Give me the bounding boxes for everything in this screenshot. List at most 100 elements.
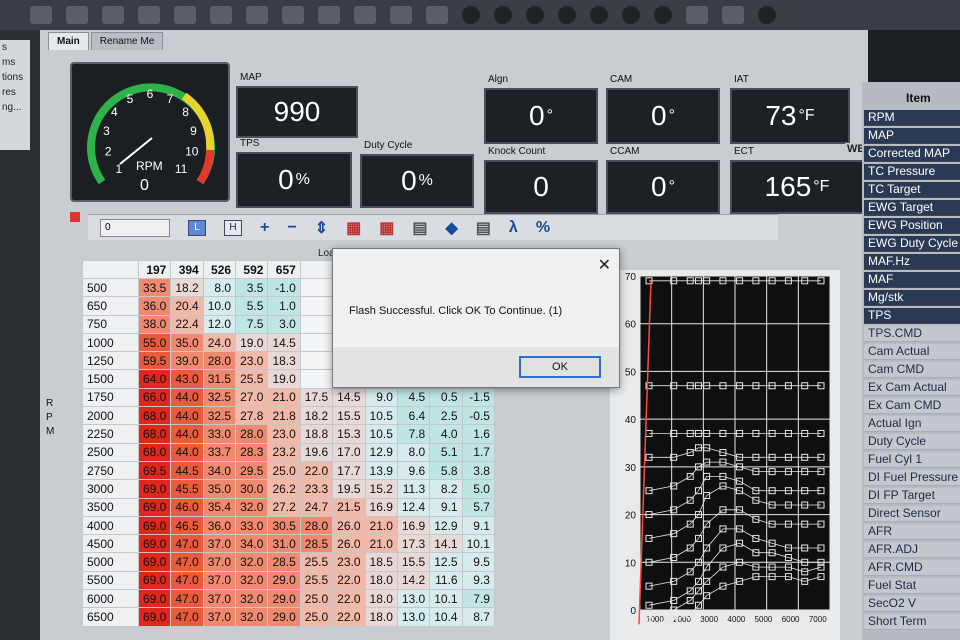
table-cell[interactable]: 28.5 [299,534,334,554]
table-cell[interactable]: 24.0 [202,332,237,353]
table-cell[interactable]: 45.5 [170,479,204,499]
decrease-icon[interactable]: − [287,219,296,237]
item-list-entry[interactable]: RPM [864,110,960,126]
table-cell[interactable]: 5.8 [429,460,463,481]
table-cell[interactable]: 10.0 [202,296,237,316]
table-cell[interactable]: 26.0 [332,515,366,536]
item-list-entry[interactable]: TPS.CMD [864,326,960,342]
table-cell[interactable]: 25.0 [299,589,334,609]
table-cell[interactable]: 31.0 [267,534,301,554]
table-cell[interactable]: 23.0 [235,351,269,371]
table-cell[interactable]: 18.0 [364,607,398,627]
table-cell[interactable]: 9.0 [364,387,398,408]
table-cell[interactable]: 1.0 [267,296,301,316]
table-cell[interactable]: 21.5 [332,497,366,517]
toolbar-circle-button[interactable] [462,6,480,24]
table-cell[interactable] [299,369,334,389]
toolbar-circle-button[interactable] [558,6,576,24]
item-list-entry[interactable]: AFR.CMD [864,560,960,576]
save-icon[interactable] [282,6,304,24]
table-cell[interactable]: 9.1 [461,515,495,536]
table-cell[interactable]: 28.3 [235,442,269,462]
table-cell[interactable]: 34.0 [202,460,237,481]
table-cell[interactable]: 18.2 [299,406,334,426]
table-cell[interactable]: 27.8 [235,406,269,426]
table-cell[interactable]: 4.5 [396,387,431,408]
table-cell[interactable]: 10.5 [364,424,398,444]
table-cell[interactable]: 33.5 [137,277,172,298]
table-cell[interactable]: 35.4 [202,497,237,517]
table-cell[interactable]: 28.0 [299,515,334,536]
table-cell[interactable]: 69.0 [137,515,172,536]
table-cell[interactable]: 33.7 [202,442,237,462]
table-cell[interactable]: 23.3 [299,479,334,499]
table-cell[interactable]: 36.0 [137,296,172,316]
graph-icon[interactable]: ◆ [445,218,457,238]
lambda-icon[interactable]: λ [509,219,518,237]
table-cell[interactable]: 5.7 [461,497,495,517]
toolbar-circle-button[interactable] [590,6,608,24]
table-cell[interactable]: 8.0 [396,442,431,462]
item-list-entry[interactable]: Direct Sensor [864,506,960,522]
table-cell[interactable]: 44.0 [170,406,204,426]
table-cell[interactable]: 18.0 [364,589,398,609]
left-nav-item[interactable]: tions [2,70,30,85]
table-cell[interactable] [299,277,334,298]
table-cell[interactable]: 15.5 [332,406,366,426]
item-list-entry[interactable]: MAF [864,272,960,288]
item-list-entry[interactable]: Cam CMD [864,362,960,378]
table-cell[interactable]: 32.0 [235,570,269,591]
table-icon[interactable]: ▤ [412,218,427,238]
close-icon[interactable]: ✕ [598,255,611,275]
table-cell[interactable]: 37.0 [202,607,237,627]
table-cell[interactable]: 69.0 [137,497,172,517]
table-cell[interactable]: 15.2 [364,479,398,499]
table-cell[interactable]: 64.0 [137,369,172,389]
table-cell[interactable]: 66.0 [137,387,172,408]
table-cell[interactable]: 36.0 [202,515,237,536]
table-cell[interactable]: 35.0 [202,479,237,499]
item-list-entry[interactable]: SecO2 V [864,596,960,612]
table-cell[interactable]: 9.5 [461,552,495,572]
table-cell[interactable] [299,314,334,334]
table-cell[interactable]: 10.1 [461,534,495,554]
table-cell[interactable]: 16.9 [396,515,431,536]
table-cell[interactable]: 27.0 [235,387,269,408]
warning-icon[interactable] [138,6,160,24]
table-cell[interactable]: 0.5 [429,387,463,408]
toolbar-circle-button[interactable] [654,6,672,24]
table-select[interactable]: 0 [100,218,170,237]
table-cell[interactable]: 2.5 [429,406,463,426]
table-cell[interactable]: 14.1 [429,534,463,554]
table-cell[interactable]: 35.0 [170,332,204,353]
table-cell[interactable]: 29.0 [267,589,301,609]
table-cell[interactable]: 37.0 [202,534,237,554]
table-cell[interactable]: 32.5 [202,406,237,426]
table-cell[interactable]: 37.0 [202,570,237,591]
table-cell[interactable]: 10.5 [364,406,398,426]
table-cell[interactable]: 9.6 [396,460,431,481]
table-cell[interactable]: 21.0 [267,387,301,408]
table-cell[interactable]: 7.9 [461,589,495,609]
table-cell[interactable]: 3.8 [461,460,495,481]
table-cell[interactable]: 44.0 [170,387,204,408]
percent-icon[interactable]: % [536,219,550,237]
table-cell[interactable]: 23.0 [267,424,301,444]
table-cell[interactable]: 22.0 [299,460,334,481]
item-list-entry[interactable]: Corrected MAP [864,146,960,162]
item-list-entry[interactable]: Cam Actual [864,344,960,360]
table-cell[interactable]: 26.2 [267,479,301,499]
table-cell[interactable]: 10.1 [429,589,463,609]
item-list-entry[interactable]: MAF.Hz [864,254,960,270]
table-cell[interactable]: 30.0 [235,479,269,499]
table-cell[interactable]: 14.2 [396,570,431,591]
table-icon[interactable]: ▦ [346,218,361,238]
table-cell[interactable]: 29.0 [267,607,301,627]
table-cell[interactable]: 47.0 [170,552,204,572]
save-icon[interactable] [246,6,268,24]
table-cell[interactable]: 21.0 [364,515,398,536]
gear-icon[interactable] [722,6,744,24]
table-cell[interactable]: 17.3 [396,534,431,554]
table-cell[interactable]: 25.0 [299,607,334,627]
toolbar-button[interactable] [66,6,88,24]
